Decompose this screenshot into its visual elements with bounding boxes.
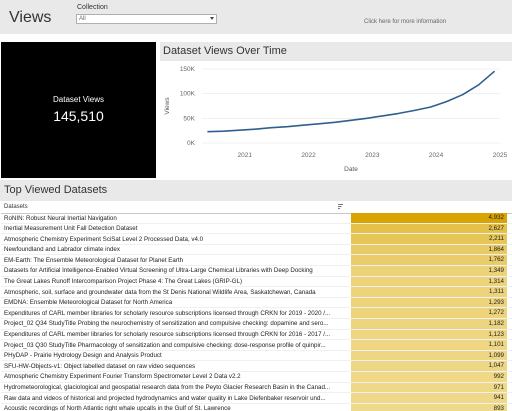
dataset-views-value: 1,762	[351, 255, 507, 265]
dataset-name: Acoustic recordings of North Atlantic ri…	[4, 405, 231, 411]
datasets-table: Datasets RoNIN: Robust Neural Inertial N…	[1, 201, 512, 411]
header-bar: Views Collection All Click here for more…	[0, 0, 512, 34]
dataset-name: Project_03 Q30 StudyTitle Pharmacology o…	[4, 341, 326, 349]
views-series-line	[207, 70, 496, 133]
more-info-link[interactable]: Click here for more information	[364, 19, 446, 25]
dataset-views-value: 1,314	[351, 276, 507, 287]
dataset-name: Newfoundland and Labrador climate index	[4, 246, 120, 254]
dataset-name: Expenditures of CARL member libraries fo…	[4, 331, 331, 339]
dataset-views-value: 1,123	[351, 329, 507, 340]
page-title: Views	[9, 9, 52, 26]
views-over-time-chart: Dataset Views Over Time 0K 50K 100K 150K 202…	[160, 42, 512, 178]
dataset-views-value: 941	[351, 393, 507, 403]
dataset-name: Datasets for Artificial Intelligence-Ena…	[4, 267, 313, 275]
table-row[interactable]: Inertial Measurement Unit Fall Detection…	[1, 223, 512, 235]
dataset-name: Atmospheric, soil, surface and groundwat…	[4, 288, 316, 296]
y-tick-label: 0K	[187, 140, 196, 147]
table-row[interactable]: Atmospheric Chemistry Experiment Fourier…	[1, 371, 512, 383]
table-row[interactable]: Expenditures of CARL member libraries fo…	[1, 329, 512, 341]
dataset-name: Inertial Measurement Unit Fall Detection…	[4, 225, 138, 233]
x-tick-label: 2022	[301, 152, 316, 159]
section-title: Top Viewed Datasets	[4, 184, 108, 196]
dataset-views-value: 893	[351, 403, 507, 411]
table-row[interactable]: Newfoundland and Labrador climate index 1…	[1, 244, 512, 256]
table-row[interactable]: Project_03 Q30 StudyTitle Pharmacology o…	[1, 340, 512, 351]
table-row[interactable]: Datasets for Artificial Intelligence-Ena…	[1, 265, 512, 277]
section-bar: Top Viewed Datasets	[0, 180, 512, 201]
dataset-views-value: 992	[351, 371, 507, 382]
dataset-views-value: 1,101	[351, 340, 507, 350]
y-tick-label: 150K	[180, 66, 196, 73]
dataset-views-value: 1,099	[351, 350, 507, 361]
dataset-views-value: 1,182	[351, 318, 507, 329]
kpi-value: 145,510	[53, 108, 104, 124]
table-row[interactable]: Hydrometeorological, glaciological and g…	[1, 382, 512, 394]
dataset-name: Atmospheric Chemistry Experiment SciSat …	[4, 235, 204, 243]
y-axis-label: Views	[164, 97, 171, 115]
column-header-datasets[interactable]: Datasets	[4, 204, 28, 210]
table-row[interactable]: RoNIN: Robust Neural Inertial Navigation…	[1, 213, 512, 224]
dataset-name: Project_02 Q34 StudyTitle Probing the ne…	[4, 320, 329, 328]
line-chart-svg[interactable]: 0K 50K 100K 150K 2021 2022 2023 2024 2025 Views Da…	[160, 61, 512, 178]
chart-title-bar: Dataset Views Over Time	[160, 42, 512, 61]
table-row[interactable]: The Great Lakes Runoff Intercomparison P…	[1, 276, 512, 288]
table-row[interactable]: SFU-HW-Objects-v1: Object labelled datas…	[1, 361, 512, 372]
collection-label: Collection	[77, 4, 108, 11]
dataset-name: PHyDAP - Prairie Hydrology Design and An…	[4, 352, 162, 360]
table-row[interactable]: Raw data and videos of historical and pr…	[1, 393, 512, 404]
dataset-name: The Great Lakes Runoff Intercomparison P…	[4, 278, 243, 286]
x-tick-label: 2021	[238, 152, 253, 159]
sort-icon[interactable]	[337, 203, 344, 210]
dataset-views-value: 971	[351, 382, 507, 393]
table-row[interactable]: Expenditures of CARL member libraries fo…	[1, 308, 512, 319]
x-tick-label: 2024	[429, 152, 444, 159]
dataset-name: SFU-HW-Objects-v1: Object labelled datas…	[4, 362, 196, 370]
table-row[interactable]: Project_02 Q34 StudyTitle Probing the ne…	[1, 318, 512, 330]
dataset-name: Atmospheric Chemistry Experiment Fourier…	[4, 373, 241, 381]
dataset-views-value: 4,932	[351, 213, 507, 223]
dataset-name: Hydrometeorological, glaciological and g…	[4, 384, 331, 391]
dataset-views-value: 1,349	[351, 265, 507, 276]
collection-selected-value: All	[79, 16, 86, 22]
chart-title: Dataset Views Over Time	[163, 45, 287, 57]
table-row[interactable]: Atmospheric, soil, surface and groundwat…	[1, 287, 512, 298]
dataset-name: Expenditures of CARL member libraries fo…	[4, 309, 331, 317]
y-tick-label: 100K	[180, 91, 196, 98]
dataset-views-value: 1,864	[351, 244, 507, 255]
x-tick-label: 2023	[365, 152, 380, 159]
chevron-down-icon	[210, 17, 214, 20]
dataset-name: Raw data and videos of historical and pr…	[4, 394, 326, 402]
dataset-views-value: 1,272	[351, 308, 507, 318]
x-axis-label: Date	[344, 166, 358, 173]
dataset-name: RoNIN: Robust Neural Inertial Navigation	[4, 214, 117, 222]
dataset-views-value: 1,293	[351, 297, 507, 308]
dataset-name: EMDNA: Ensemble Meteorological Dataset f…	[4, 299, 173, 307]
dataset-views-kpi: Dataset Views 145,510	[1, 42, 156, 178]
x-tick-label: 2025	[493, 152, 508, 159]
table-row[interactable]: PHyDAP - Prairie Hydrology Design and An…	[1, 350, 512, 362]
y-tick-label: 50K	[183, 115, 195, 122]
dataset-name: EM-Earth: The Ensemble Meteorological Da…	[4, 256, 184, 264]
table-row[interactable]: Atmospheric Chemistry Experiment SciSat …	[1, 234, 512, 245]
dataset-views-value: 2,627	[351, 223, 507, 234]
table-body: RoNIN: Robust Neural Inertial Navigation…	[1, 213, 512, 411]
collection-dropdown[interactable]: All	[76, 14, 217, 24]
kpi-label: Dataset Views	[53, 95, 104, 104]
dataset-views-value: 2,211	[351, 234, 507, 244]
table-row[interactable]: EMDNA: Ensemble Meteorological Dataset f…	[1, 297, 512, 309]
dataset-views-value: 1,311	[351, 287, 507, 297]
dataset-views-value: 1,047	[351, 361, 507, 371]
table-row[interactable]: EM-Earth: The Ensemble Meteorological Da…	[1, 255, 512, 266]
table-row[interactable]: Acoustic recordings of North Atlantic ri…	[1, 403, 512, 411]
